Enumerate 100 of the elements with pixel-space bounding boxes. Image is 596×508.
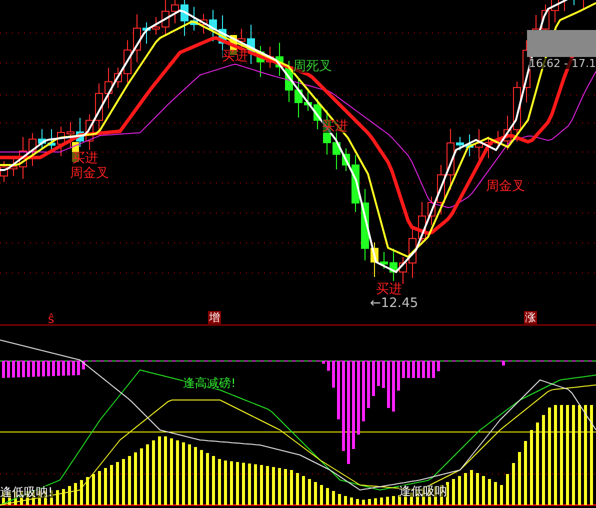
- histogram-bar: [338, 494, 341, 505]
- histogram-bar: [387, 361, 390, 408]
- histogram-bar: [367, 361, 370, 408]
- histogram-bar: [392, 361, 395, 412]
- histogram-bar: [176, 440, 179, 505]
- histogram-bar: [68, 486, 71, 505]
- histogram-bar: [116, 462, 119, 505]
- histogram-bar: [12, 361, 15, 378]
- histogram-bar: [98, 471, 101, 505]
- histogram-bar: [158, 436, 161, 505]
- histogram-bar: [278, 468, 281, 505]
- signal-label: 周金叉: [70, 167, 109, 180]
- histogram-bar: [518, 452, 521, 505]
- histogram-bar: [380, 498, 383, 505]
- histogram-bar: [2, 361, 5, 378]
- histogram-bar: [57, 361, 60, 376]
- histogram-bar: [122, 459, 125, 505]
- histogram-bar: [362, 500, 365, 505]
- histogram-bar: [212, 456, 215, 505]
- histogram-bar: [410, 492, 413, 505]
- signal-label: 买进: [322, 120, 348, 133]
- histogram-bar: [67, 361, 70, 376]
- histogram-bar: [248, 464, 251, 505]
- histogram-bar: [7, 361, 10, 378]
- histogram-bar: [260, 465, 263, 505]
- histogram-bar: [524, 441, 527, 505]
- histogram-bar: [62, 489, 65, 505]
- signal-label: 逢低吸呐!: [0, 486, 53, 498]
- histogram-bar: [404, 494, 407, 505]
- histogram-bar: [80, 480, 83, 505]
- signal-label: 买进: [222, 50, 248, 63]
- histogram-bar: [128, 456, 131, 505]
- histogram-bar: [74, 483, 77, 505]
- histogram-bar: [72, 361, 75, 376]
- histogram-bar: [446, 482, 449, 505]
- histogram-bar: [272, 467, 275, 505]
- histogram-bar: [50, 490, 53, 505]
- histogram-bar: [482, 476, 485, 505]
- histogram-bar: [140, 448, 143, 505]
- histogram-bar: [377, 361, 380, 386]
- histogram-bar: [374, 498, 377, 505]
- histogram-bar: [56, 490, 59, 505]
- histogram-bar: [326, 488, 329, 505]
- histogram-bar: [427, 361, 430, 378]
- histogram-bar: [398, 495, 401, 505]
- marker-label: 增: [208, 311, 221, 324]
- histogram-bar: [284, 469, 287, 505]
- histogram-bar: [32, 361, 35, 377]
- histogram-bar: [152, 440, 155, 505]
- histogram-bar: [188, 444, 191, 505]
- histogram-bar: [206, 453, 209, 505]
- histogram-bar: [432, 361, 435, 378]
- signal-label: 逢高减磅!: [183, 377, 236, 389]
- histogram-bar: [344, 496, 347, 505]
- histogram-bar: [42, 361, 45, 376]
- histogram-bar: [254, 464, 257, 505]
- histogram-bar: [407, 361, 410, 378]
- histogram-bar: [52, 361, 55, 376]
- signal-label: 周死叉: [293, 60, 332, 73]
- histogram-bar: [17, 361, 20, 378]
- histogram-bar: [494, 482, 497, 505]
- histogram-bar: [356, 499, 359, 505]
- histogram-bar: [218, 459, 221, 505]
- histogram-bar: [327, 361, 330, 371]
- histogram-bar: [182, 442, 185, 505]
- histogram-bar: [386, 496, 389, 505]
- histogram-bar: [452, 479, 455, 505]
- histogram-bar: [412, 361, 415, 378]
- histogram-bar: [92, 474, 95, 505]
- histogram-bar: [27, 361, 30, 377]
- histogram-bar: [77, 361, 80, 376]
- histogram-bar: [382, 361, 385, 388]
- marker-label: ŝ: [48, 313, 54, 325]
- signal-label: 周金叉: [486, 180, 525, 193]
- histogram-bar: [372, 361, 375, 396]
- histogram-bar: [230, 461, 233, 505]
- histogram-bar: [434, 486, 437, 505]
- histogram-bar: [200, 450, 203, 505]
- histogram-bar: [464, 473, 467, 505]
- histogram-bar: [458, 476, 461, 505]
- histogram-bar: [337, 361, 340, 420]
- histogram-bar: [368, 499, 371, 505]
- histogram-bar: [476, 473, 479, 505]
- histogram-bar: [110, 465, 113, 505]
- histogram-bar: [266, 466, 269, 505]
- histogram-bar: [164, 436, 167, 505]
- histogram-bar: [362, 361, 365, 422]
- histogram-bar: [502, 361, 505, 366]
- histogram-bar: [236, 462, 239, 505]
- histogram-bar: [194, 447, 197, 505]
- histogram-bar: [506, 474, 509, 505]
- histogram-bar: [302, 476, 305, 505]
- histogram-bar: [134, 452, 137, 505]
- marker-label: 涨: [524, 311, 537, 324]
- histogram-bar: [437, 361, 440, 372]
- signal-label: ←12.45: [370, 297, 418, 310]
- histogram-bar: [314, 482, 317, 505]
- histogram-bar: [350, 498, 353, 505]
- histogram-bar: [86, 477, 89, 505]
- histogram-bar: [332, 491, 335, 505]
